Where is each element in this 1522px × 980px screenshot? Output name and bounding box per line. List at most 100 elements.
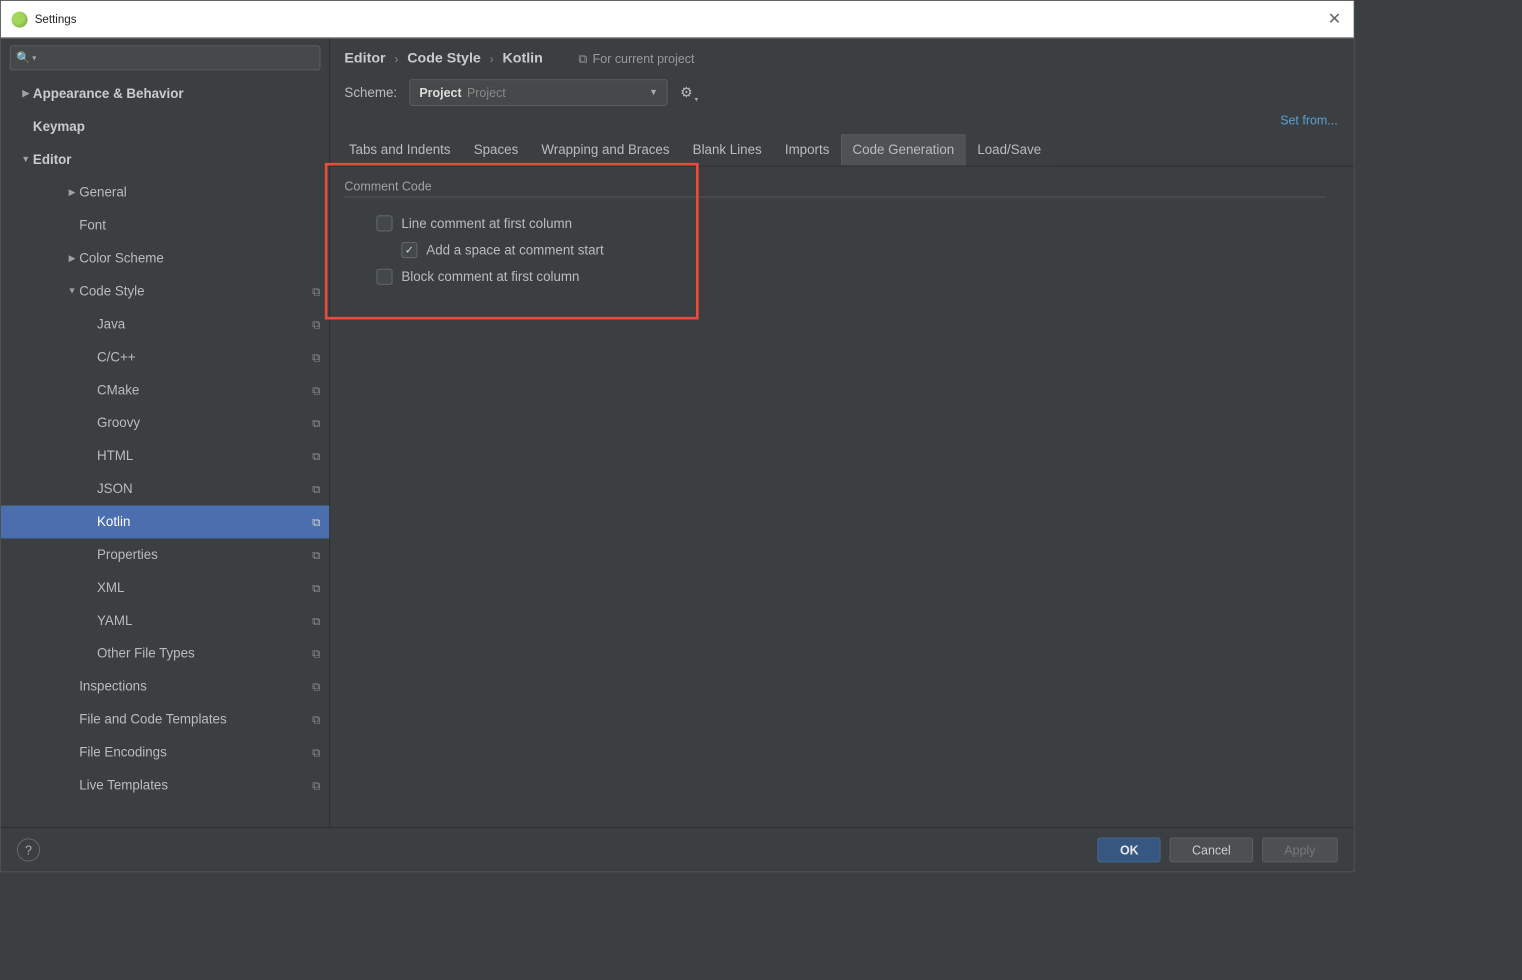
sidebar-item-label: Code Style [79,284,312,299]
sidebar-item-live-templates[interactable]: Live Templates⧉ [1,769,329,802]
sidebar-item-html[interactable]: HTML⧉ [1,440,329,473]
copy-icon: ⧉ [312,614,320,628]
copy-icon: ⧉ [312,647,320,661]
sidebar-item-file-and-code-templates[interactable]: File and Code Templates⧉ [1,703,329,736]
sidebar-item-general[interactable]: ▶General [1,176,329,209]
settings-tree[interactable]: ▶Appearance & BehaviorKeymap▼Editor▶Gene… [1,72,329,827]
tabs: Tabs and IndentsSpacesWrapping and Brace… [330,134,1353,166]
sidebar-item-label: HTML [97,449,312,464]
tab-wrapping-and-braces[interactable]: Wrapping and Braces [530,134,681,165]
close-icon[interactable]: ✕ [1328,10,1341,29]
sidebar-item-font[interactable]: Font [1,209,329,242]
checkbox-label: Line comment at first column [401,216,572,231]
scheme-dropdown[interactable]: Project Project ▼ [410,79,668,106]
sidebar-item-label: Keymap [33,119,320,134]
copy-icon: ⧉ [312,449,320,463]
sidebar-item-other-file-types[interactable]: Other File Types⧉ [1,637,329,670]
sidebar-item-kotlin[interactable]: Kotlin⧉ [1,506,329,539]
sidebar-item-cmake[interactable]: CMake⧉ [1,374,329,407]
sidebar-item-label: Java [97,317,312,332]
copy-icon: ⧉ [312,548,320,562]
sidebar-item-inspections[interactable]: Inspections⧉ [1,670,329,703]
breadcrumb: Editor › Code Style › Kotlin ⧉ For curre… [330,38,1353,74]
copy-icon: ⧉ [312,515,320,529]
sidebar-item-java[interactable]: Java⧉ [1,308,329,341]
sidebar-item-appearance-behavior[interactable]: ▶Appearance & Behavior [1,77,329,110]
sidebar-item-label: JSON [97,481,312,496]
scheme-label: Scheme: [344,85,397,100]
breadcrumb-item[interactable]: Code Style [407,51,481,67]
main: 🔍 ▾ ▶Appearance & BehaviorKeymap▼Editor▶… [1,38,1354,827]
chevron-right-icon: ▶ [65,254,79,264]
sidebar-item-color-scheme[interactable]: ▶Color Scheme [1,242,329,275]
scheme-subtitle: Project [467,85,506,99]
sidebar-item-label: Kotlin [97,514,312,529]
tab-imports[interactable]: Imports [773,134,841,165]
checkbox-label: Add a space at comment start [426,243,603,258]
sidebar-item-groovy[interactable]: Groovy⧉ [1,407,329,440]
content: Editor › Code Style › Kotlin ⧉ For curre… [330,38,1353,827]
sidebar-item-label: Editor [33,152,320,167]
tab-blank-lines[interactable]: Blank Lines [681,134,773,165]
panel: Comment Code Line comment at first colum… [330,166,1353,302]
scope-label: For current project [593,52,695,66]
tab-spaces[interactable]: Spaces [462,134,530,165]
tab-tabs-and-indents[interactable]: Tabs and Indents [337,134,462,165]
sidebar-item-label: Color Scheme [79,251,320,266]
tab-code-generation[interactable]: Code Generation [841,134,966,165]
sidebar-item-c-c-[interactable]: C/C++⧉ [1,341,329,374]
scheme-value: Project [419,85,461,99]
sidebar: 🔍 ▾ ▶Appearance & BehaviorKeymap▼Editor▶… [1,38,330,827]
checkbox-label: Block comment at first column [401,269,579,284]
sidebar-item-file-encodings[interactable]: File Encodings⧉ [1,736,329,769]
checkbox-row[interactable]: Add a space at comment start [344,237,1339,264]
chevron-down-icon: ▼ [19,155,33,165]
copy-icon: ⧉ [312,745,320,759]
cancel-button[interactable]: Cancel [1170,837,1253,862]
copy-icon: ⧉ [312,350,320,364]
checkbox[interactable] [376,215,392,231]
copy-icon: ⧉ [312,581,320,595]
sidebar-item-label: C/C++ [97,350,312,365]
project-scope: ⧉ For current project [578,51,694,66]
titlebar: Settings ✕ [1,1,1354,38]
copy-icon: ⧉ [312,284,320,298]
checkbox[interactable] [376,269,392,285]
chevron-down-icon: ▾ [32,53,36,63]
search-icon: 🔍 [16,51,30,65]
chevron-right-icon: › [394,52,398,65]
sidebar-item-label: File Encodings [79,745,312,760]
sidebar-item-label: General [79,185,320,200]
sidebar-item-label: XML [97,580,312,595]
sidebar-item-editor[interactable]: ▼Editor [1,143,329,176]
sidebar-item-xml[interactable]: XML⧉ [1,571,329,604]
sidebar-item-json[interactable]: JSON⧉ [1,473,329,506]
copy-icon: ⧉ [312,383,320,397]
ok-button[interactable]: OK [1098,837,1161,862]
chevron-right-icon: ▶ [65,188,79,198]
chevron-down-icon: ▼ [649,88,658,98]
sidebar-item-label: CMake [97,383,312,398]
sidebar-item-keymap[interactable]: Keymap [1,110,329,143]
sidebar-item-label: Inspections [79,679,312,694]
sidebar-item-label: YAML [97,613,312,628]
sidebar-item-label: Groovy [97,416,312,431]
checkbox[interactable] [401,242,417,258]
tab-load-save[interactable]: Load/Save [966,134,1053,165]
checkbox-row[interactable]: Line comment at first column [344,210,1339,237]
sidebar-item-code-style[interactable]: ▼Code Style⧉ [1,275,329,308]
sidebar-item-yaml[interactable]: YAML⧉ [1,604,329,637]
sidebar-item-properties[interactable]: Properties⧉ [1,538,329,571]
sidebar-item-label: Live Templates [79,778,312,793]
help-button[interactable]: ? [17,838,40,861]
gear-icon[interactable]: ⚙ [680,84,693,102]
sidebar-item-label: Font [79,218,320,233]
search-input[interactable]: 🔍 ▾ [10,45,321,70]
breadcrumb-item[interactable]: Editor [344,51,385,67]
scheme-row: Scheme: Project Project ▼ ⚙ [330,74,1353,113]
apply-button[interactable]: Apply [1262,837,1338,862]
set-from-link[interactable]: Set from... [1280,113,1337,127]
options: Line comment at first column Add a space … [344,210,1339,290]
copy-icon: ⧉ [312,482,320,496]
checkbox-row[interactable]: Block comment at first column [344,263,1339,290]
